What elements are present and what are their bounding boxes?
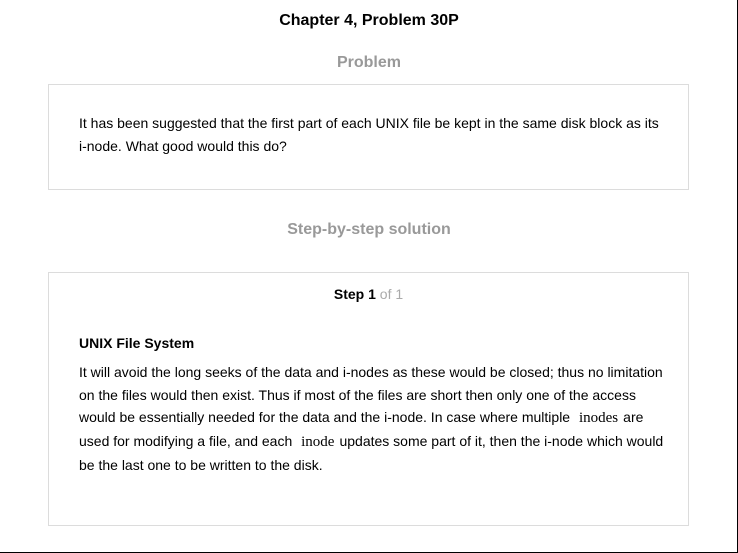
- step-number: 1: [368, 286, 376, 302]
- step-indicator: Step 1 of 1: [49, 285, 688, 303]
- solution-heading: Step-by-step solution: [287, 221, 451, 238]
- step-title: UNIX File System: [79, 335, 195, 351]
- step-word: Step: [333, 286, 365, 302]
- page-title: Chapter 4, Problem 30P: [279, 12, 459, 29]
- problem-text: It has been suggested that the first par…: [79, 115, 659, 154]
- problem-card: It has been suggested that the first par…: [48, 84, 689, 190]
- step-total: of 1: [379, 286, 404, 302]
- math-term-inode: inode: [301, 434, 335, 451]
- problem-heading: Problem: [336, 54, 401, 71]
- math-term-inodes: inodes: [578, 410, 619, 427]
- solution-card: Step 1 of 1 UNIX File System It will avo…: [48, 272, 689, 526]
- step-body: It will avoid the long seeks of the data…: [79, 361, 664, 477]
